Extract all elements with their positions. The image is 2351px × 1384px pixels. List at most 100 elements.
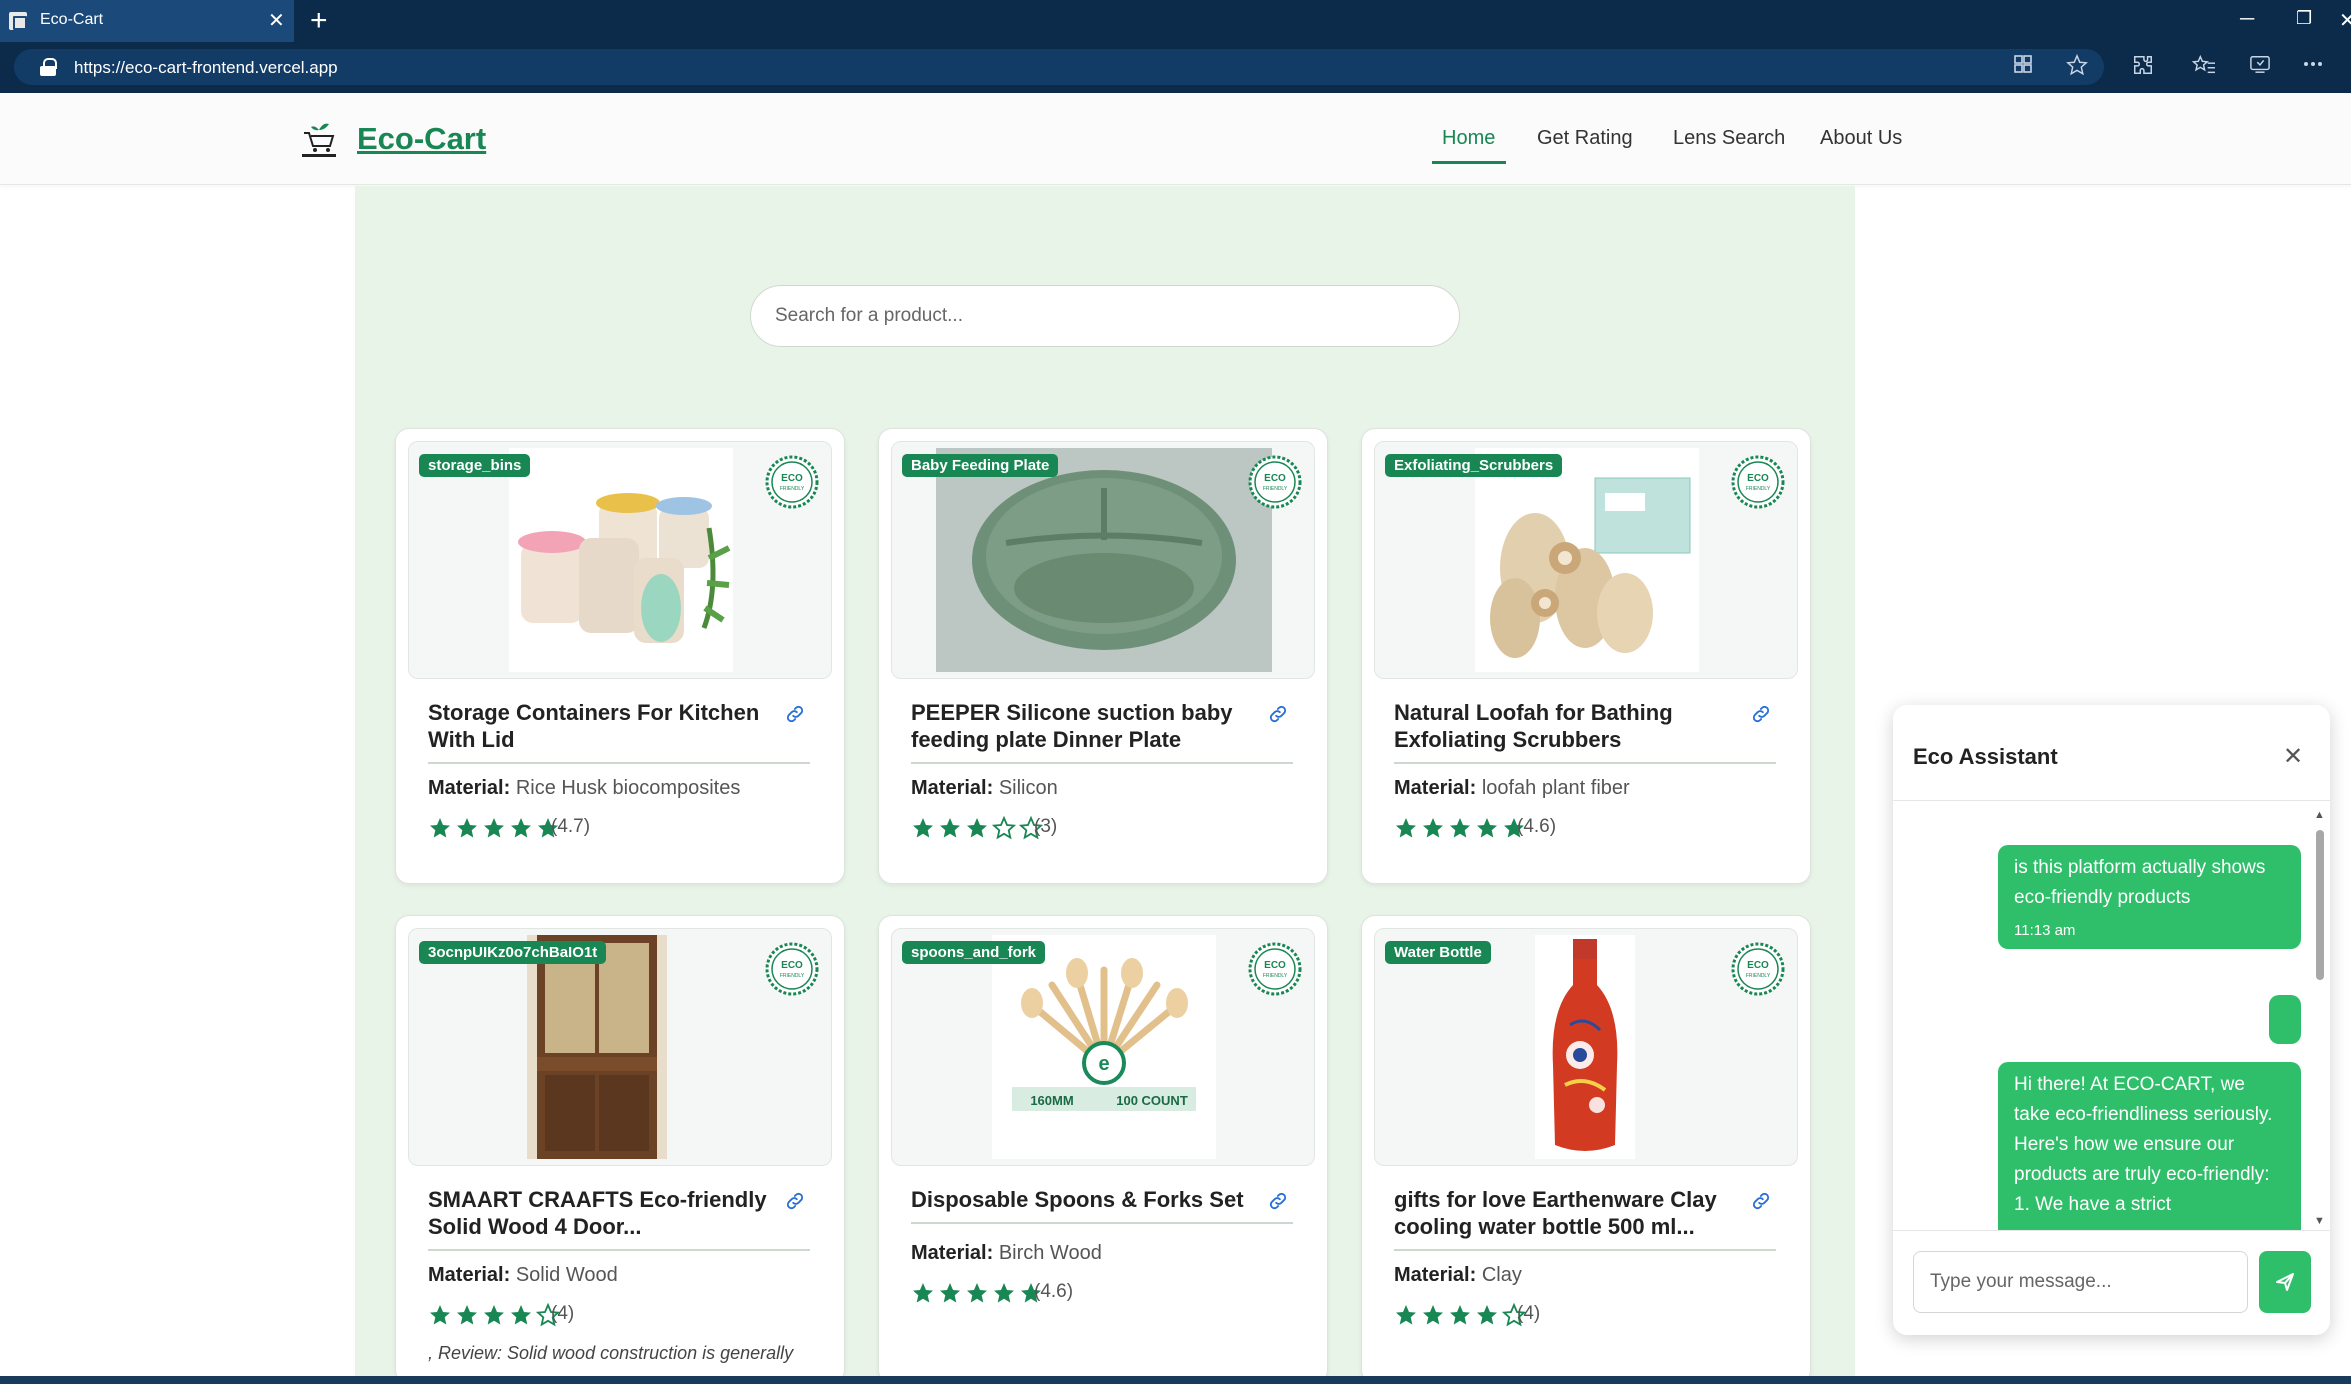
chat-header: Eco Assistant ✕ bbox=[1893, 705, 2330, 801]
star-filled-icon bbox=[911, 816, 935, 840]
star-filled-icon bbox=[1475, 1303, 1499, 1327]
link-icon[interactable] bbox=[1750, 703, 1772, 725]
lock-icon[interactable] bbox=[40, 58, 57, 76]
browser-tab[interactable]: Eco-Cart ✕ bbox=[0, 0, 294, 42]
material-label: Material: bbox=[1394, 777, 1477, 799]
browser-tab-bar: Eco-Cart ✕ + ─ ❐ ✕ bbox=[0, 0, 2351, 42]
address-bar: https://eco-cart-frontend.vercel.app bbox=[0, 42, 2351, 93]
nav-lens-search[interactable]: Lens Search bbox=[1673, 127, 1785, 150]
fork-label-left: 160MM bbox=[1030, 1093, 1073, 1108]
category-badge: 3ocnpUIKz0o7chBaIO1t bbox=[419, 941, 607, 964]
eco-friendly-badge-icon bbox=[1730, 454, 1786, 510]
material-value: Solid Wood bbox=[515, 1264, 618, 1286]
product-title: Natural Loofah for Bathing Exfoliating S… bbox=[1394, 700, 1673, 752]
link-icon[interactable] bbox=[784, 703, 806, 725]
material-label: Material: bbox=[428, 777, 511, 799]
product-image-area[interactable]: storage_bins bbox=[408, 441, 832, 679]
collections-icon[interactable] bbox=[2249, 54, 2271, 80]
product-card[interactable]: Water Bottle gifts for love Earthenware … bbox=[1361, 915, 1811, 1384]
message-text: is this platform actually shows eco-frie… bbox=[2014, 857, 2266, 908]
material-label: Material: bbox=[428, 1264, 511, 1286]
star-filled-icon bbox=[482, 816, 506, 840]
tab-close-icon[interactable]: ✕ bbox=[268, 8, 285, 33]
link-icon[interactable] bbox=[1267, 1190, 1289, 1212]
product-image-area[interactable]: e 160MM 100 COUNT spoons_and_fork bbox=[891, 928, 1315, 1166]
product-card[interactable]: Exfoliating_Scrubbers Natural Loofah for… bbox=[1361, 428, 1811, 884]
nav-about-us[interactable]: About Us bbox=[1820, 127, 1902, 150]
send-button[interactable] bbox=[2259, 1251, 2311, 1313]
rating-value: (3) bbox=[1034, 816, 1058, 837]
product-image-area[interactable]: Water Bottle bbox=[1374, 928, 1798, 1166]
review-snippet: , Review: Solid wood construction is gen… bbox=[428, 1343, 794, 1363]
message-time: 11:13 am bbox=[2014, 922, 2076, 939]
material-value: Birch Wood bbox=[998, 1242, 1102, 1264]
message-text: Hi there! At ECO-CART, we take eco-frien… bbox=[2014, 1074, 2273, 1215]
product-card[interactable]: storage_bins Storage Containers For Kitc… bbox=[395, 428, 845, 884]
nav-home[interactable]: Home bbox=[1442, 127, 1495, 150]
product-card[interactable]: 3ocnpUIKz0o7chBaIO1t SMAART CRAAFTS Eco-… bbox=[395, 915, 845, 1384]
favorite-star-icon[interactable] bbox=[2066, 53, 2088, 82]
material-label: Material: bbox=[911, 1242, 994, 1264]
category-badge: Exfoliating_Scrubbers bbox=[1385, 454, 1563, 477]
product-title: PEEPER Silicone suction baby feeding pla… bbox=[911, 700, 1233, 752]
divider bbox=[911, 762, 1293, 764]
chat-message-input[interactable] bbox=[1913, 1251, 2248, 1313]
site-header bbox=[0, 93, 2351, 185]
extensions-icon[interactable] bbox=[2132, 54, 2154, 82]
product-card[interactable]: Baby Feeding Plate PEEPER Silicone sucti… bbox=[878, 428, 1328, 884]
chat-footer bbox=[1893, 1230, 2330, 1335]
minimize-button[interactable]: ─ bbox=[2240, 8, 2254, 31]
favorites-list-icon[interactable] bbox=[2191, 54, 2216, 82]
product-image-area[interactable]: Baby Feeding Plate bbox=[891, 441, 1315, 679]
material-line: Material: Rice Husk biocomposites bbox=[428, 777, 740, 800]
brand-link[interactable]: Eco-Cart bbox=[357, 121, 486, 157]
star-filled-icon bbox=[509, 816, 533, 840]
chat-messages[interactable]: is this platform actually shows eco-frie… bbox=[1893, 810, 2313, 1230]
star-filled-icon bbox=[428, 1303, 452, 1327]
link-icon[interactable] bbox=[784, 1190, 806, 1212]
rating-value: (4.6) bbox=[1034, 1281, 1074, 1302]
material-line: Material: Clay bbox=[1394, 1264, 1522, 1287]
product-card[interactable]: e 160MM 100 COUNT spoons_and_fork Dispos… bbox=[878, 915, 1328, 1384]
star-filled-icon bbox=[482, 1303, 506, 1327]
product-image-area[interactable]: 3ocnpUIKz0o7chBaIO1t bbox=[408, 928, 832, 1166]
cart-logo-icon[interactable] bbox=[300, 120, 338, 158]
product-title: gifts for love Earthenware Clay cooling … bbox=[1394, 1187, 1717, 1239]
maximize-button[interactable]: ❐ bbox=[2296, 8, 2312, 29]
star-filled-icon bbox=[1448, 1303, 1472, 1327]
chat-close-icon[interactable]: ✕ bbox=[2283, 742, 2303, 771]
star-filled-icon bbox=[455, 816, 479, 840]
divider bbox=[911, 1222, 1293, 1224]
more-menu-icon[interactable] bbox=[2303, 54, 2323, 80]
taskbar-edge bbox=[0, 1376, 2351, 1384]
eco-friendly-badge-icon bbox=[1247, 941, 1303, 997]
material-label: Material: bbox=[1394, 1264, 1477, 1286]
material-line: Material: Solid Wood bbox=[428, 1264, 618, 1287]
app-available-icon[interactable] bbox=[2013, 54, 2033, 80]
storage-containers-image bbox=[509, 448, 733, 672]
category-badge: storage_bins bbox=[419, 454, 531, 477]
material-value: Clay bbox=[1481, 1264, 1522, 1286]
link-icon[interactable] bbox=[1750, 1190, 1772, 1212]
eco-friendly-badge-icon bbox=[764, 454, 820, 510]
product-image-area[interactable]: Exfoliating_Scrubbers bbox=[1374, 441, 1798, 679]
rating-value: (4) bbox=[1517, 1303, 1541, 1324]
rating-value: (4.7) bbox=[551, 816, 591, 837]
url-text[interactable]: https://eco-cart-frontend.vercel.app bbox=[74, 58, 338, 78]
url-field[interactable]: https://eco-cart-frontend.vercel.app bbox=[14, 49, 2104, 85]
eco-friendly-badge-icon bbox=[1730, 941, 1786, 997]
window-close-button[interactable]: ✕ bbox=[2339, 8, 2351, 33]
star-filled-icon bbox=[1421, 1303, 1445, 1327]
send-icon bbox=[2276, 1273, 2294, 1291]
scroll-down-arrow-icon[interactable]: ▼ bbox=[2314, 1215, 2325, 1227]
product-search-input[interactable] bbox=[750, 285, 1460, 347]
nav-get-rating[interactable]: Get Rating bbox=[1537, 127, 1633, 150]
star-filled-icon bbox=[509, 1303, 533, 1327]
scroll-up-arrow-icon[interactable]: ▲ bbox=[2314, 809, 2325, 821]
star-filled-icon bbox=[1394, 816, 1418, 840]
new-tab-button[interactable]: + bbox=[310, 4, 328, 38]
category-badge: Baby Feeding Plate bbox=[902, 454, 1059, 477]
chat-scrollbar-thumb[interactable] bbox=[2316, 830, 2324, 980]
loofah-image bbox=[1475, 448, 1699, 672]
link-icon[interactable] bbox=[1267, 703, 1289, 725]
